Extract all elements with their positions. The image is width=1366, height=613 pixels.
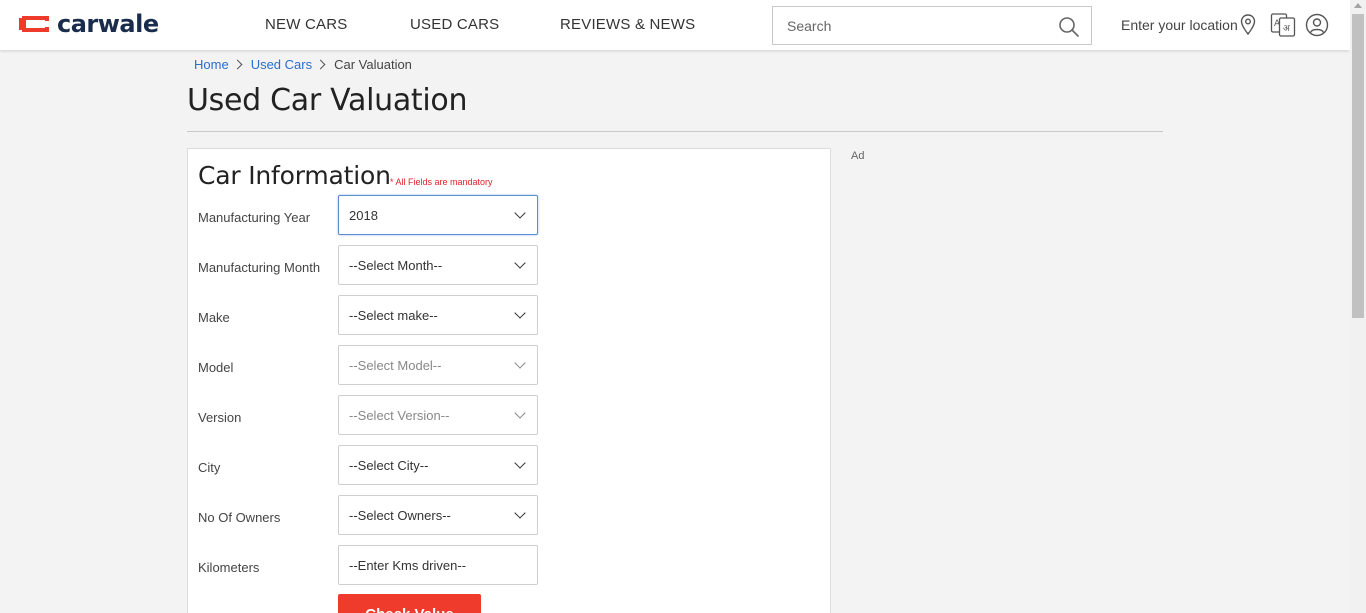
chevron-down-icon <box>514 357 526 369</box>
kilometers-input[interactable] <box>338 545 538 585</box>
select-manufacturing-month[interactable]: --Select Month-- <box>338 245 538 285</box>
breadcrumb-current: Car Valuation <box>334 57 412 72</box>
carwale-logo-icon <box>19 16 49 32</box>
chevron-right-icon <box>232 59 243 70</box>
nav-new-cars[interactable]: NEW CARS <box>265 16 347 33</box>
mandatory-note: * All Fields are mandatory <box>390 177 493 187</box>
label-kilometers: Kilometers <box>198 560 260 575</box>
select-value: --Select Owners-- <box>349 508 451 523</box>
label-manufacturing-year: Manufacturing Year <box>198 210 311 225</box>
check-value-button[interactable]: Check Value <box>338 594 481 613</box>
brand-name: carwale <box>57 10 159 38</box>
translate-icon[interactable]: A अ <box>1270 12 1296 38</box>
scrollbar-thumb[interactable] <box>1352 14 1364 318</box>
select-model[interactable]: --Select Model-- <box>338 345 538 385</box>
chevron-down-icon <box>514 207 526 219</box>
car-information-card: Car Information * All Fields are mandato… <box>187 148 831 613</box>
scroll-up-arrow-icon[interactable] <box>1354 3 1362 8</box>
label-city: City <box>198 460 221 475</box>
carwale-logo[interactable]: carwale <box>19 9 159 39</box>
chevron-right-icon <box>315 59 326 70</box>
user-icon[interactable] <box>1305 13 1329 37</box>
label-manufacturing-month: Manufacturing Month <box>198 260 321 275</box>
search-box <box>772 6 1092 45</box>
page-title: Used Car Valuation <box>187 83 468 118</box>
select-city[interactable]: --Select City-- <box>338 445 538 485</box>
label-model: Model <box>198 360 234 375</box>
title-divider <box>187 131 1163 132</box>
chevron-down-icon <box>514 307 526 319</box>
select-value: --Select make-- <box>349 308 438 323</box>
location-label[interactable]: Enter your location <box>1121 17 1238 33</box>
select-value: --Select Version-- <box>349 408 450 423</box>
search-input[interactable] <box>773 7 1053 44</box>
map-pin-icon[interactable] <box>1239 13 1257 37</box>
select-make[interactable]: --Select make-- <box>338 295 538 335</box>
search-icon[interactable] <box>1058 16 1080 38</box>
label-no-of-owners: No Of Owners <box>198 510 281 525</box>
ad-label: Ad <box>851 150 865 162</box>
nav-reviews-news[interactable]: REVIEWS & NEWS <box>560 16 695 33</box>
label-make: Make <box>198 310 230 325</box>
select-value: --Select Model-- <box>349 358 442 373</box>
select-value: 2018 <box>349 208 378 223</box>
svg-text:A: A <box>1274 19 1281 29</box>
chevron-down-icon <box>514 257 526 269</box>
breadcrumb-used-cars[interactable]: Used Cars <box>251 57 312 72</box>
chevron-down-icon <box>514 407 526 419</box>
nav-used-cars[interactable]: USED CARS <box>410 16 499 33</box>
chevron-down-icon <box>514 457 526 469</box>
svg-text:अ: अ <box>1283 24 1291 34</box>
breadcrumb: Home Used Cars Car Valuation <box>194 57 412 72</box>
breadcrumb-home[interactable]: Home <box>194 57 229 72</box>
select-value: --Select Month-- <box>349 258 443 273</box>
label-version: Version <box>198 410 242 425</box>
select-no-of-owners[interactable]: --Select Owners-- <box>338 495 538 535</box>
chevron-down-icon <box>514 507 526 519</box>
select-manufacturing-year[interactable]: 2018 <box>338 195 538 235</box>
select-version[interactable]: --Select Version-- <box>338 395 538 435</box>
select-value: --Select City-- <box>349 458 429 473</box>
top-header: carwale NEW CARS USED CARS REVIEWS & NEW… <box>0 0 1350 50</box>
form-title: Car Information <box>198 161 391 190</box>
